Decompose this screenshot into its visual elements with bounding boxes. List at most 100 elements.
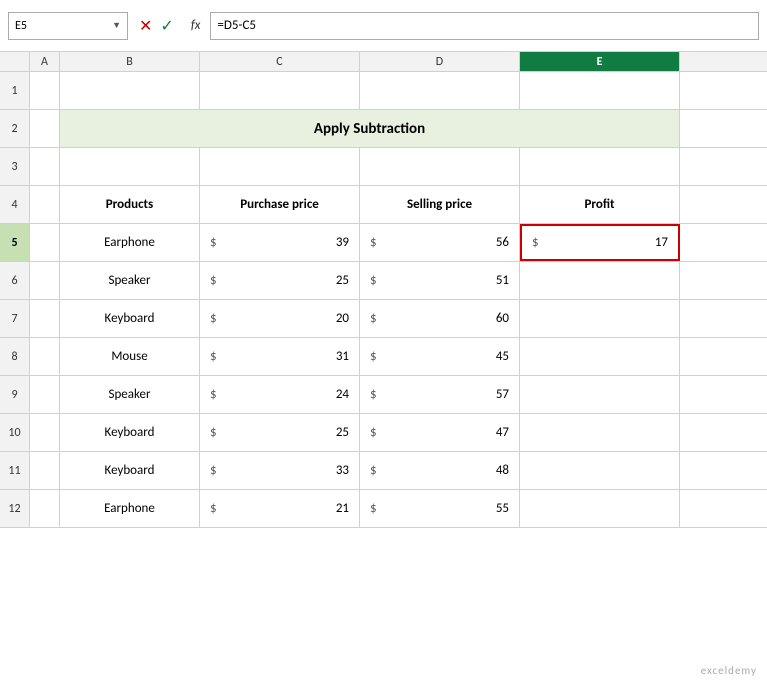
cancel-formula-icon[interactable]: ✕ <box>136 16 155 36</box>
cell-purchase-7[interactable]: $20 <box>200 300 360 337</box>
cell-a5[interactable] <box>30 224 60 261</box>
cell-a12[interactable] <box>30 490 60 527</box>
table-row: 9 Speaker $24 $57 <box>0 376 767 414</box>
cell-a6[interactable] <box>30 262 60 299</box>
cell-selling-9[interactable]: $57 <box>360 376 520 413</box>
cell-product-7[interactable]: Keyboard <box>60 300 200 337</box>
cell-purchase-5[interactable]: $ 39 <box>200 224 360 261</box>
cell-a9[interactable] <box>30 376 60 413</box>
formula-bar: E5 ▼ ✕ ✓ fx <box>0 0 767 52</box>
formula-controls: ✕ ✓ <box>136 16 177 36</box>
cell-product-12[interactable]: Earphone <box>60 490 200 527</box>
cell-profit-9[interactable] <box>520 376 680 413</box>
cell-selling-11[interactable]: $48 <box>360 452 520 489</box>
currency-symbol: $ <box>532 235 539 250</box>
row-number: 7 <box>0 300 30 337</box>
cell-product-8[interactable]: Mouse <box>60 338 200 375</box>
watermark: exceldemy <box>701 664 757 677</box>
formula-input[interactable] <box>210 12 759 40</box>
cell-selling-5[interactable]: $ 56 <box>360 224 520 261</box>
col-header-b[interactable]: B <box>60 52 200 71</box>
row-number: 11 <box>0 452 30 489</box>
cell-c1[interactable] <box>200 72 360 109</box>
cell-profit-10[interactable] <box>520 414 680 451</box>
cell-a7[interactable] <box>30 300 60 337</box>
cell-purchase-9[interactable]: $24 <box>200 376 360 413</box>
cell-purchase-12[interactable]: $21 <box>200 490 360 527</box>
cell-b3[interactable] <box>60 148 200 185</box>
row-number: 3 <box>0 148 30 185</box>
col-header-e[interactable]: E <box>520 52 680 71</box>
cell-product-9[interactable]: Speaker <box>60 376 200 413</box>
fx-icon: fx <box>191 18 201 33</box>
cell-a11[interactable] <box>30 452 60 489</box>
col-header-a[interactable]: A <box>30 52 60 71</box>
header-purchase-price: Purchase price <box>200 186 360 223</box>
currency-symbol: $ <box>370 273 377 288</box>
cell-e1[interactable] <box>520 72 680 109</box>
cell-profit-7[interactable] <box>520 300 680 337</box>
cell-selling-12[interactable]: $55 <box>360 490 520 527</box>
cell-a2[interactable] <box>30 110 60 147</box>
cell-product-10[interactable]: Keyboard <box>60 414 200 451</box>
currency-symbol: $ <box>210 463 217 478</box>
table-row: 10 Keyboard $25 $47 <box>0 414 767 452</box>
cell-purchase-11[interactable]: $33 <box>200 452 360 489</box>
cell-profit-6[interactable] <box>520 262 680 299</box>
purchase-value: 20 <box>336 311 349 326</box>
purchase-value: 24 <box>336 387 349 402</box>
cell-profit-8[interactable] <box>520 338 680 375</box>
cell-purchase-10[interactable]: $25 <box>200 414 360 451</box>
selling-value: 55 <box>496 501 509 516</box>
table-row: 8 Mouse $31 $45 <box>0 338 767 376</box>
cell-profit-11[interactable] <box>520 452 680 489</box>
header-profit: Profit <box>520 186 680 223</box>
cell-product-11[interactable]: Keyboard <box>60 452 200 489</box>
cell-a3[interactable] <box>30 148 60 185</box>
cell-selling-6[interactable]: $51 <box>360 262 520 299</box>
row-number: 10 <box>0 414 30 451</box>
cell-product-5[interactable]: Earphone <box>60 224 200 261</box>
cell-a1[interactable] <box>30 72 60 109</box>
cell-selling-10[interactable]: $47 <box>360 414 520 451</box>
confirm-formula-icon[interactable]: ✓ <box>157 16 176 36</box>
currency-symbol: $ <box>210 349 217 364</box>
cell-a4[interactable] <box>30 186 60 223</box>
table-row: 4 Products Purchase price Selling price … <box>0 186 767 224</box>
currency-symbol: $ <box>370 349 377 364</box>
currency-symbol: $ <box>370 425 377 440</box>
selling-value: 48 <box>496 463 509 478</box>
name-box[interactable]: E5 ▼ <box>8 12 128 40</box>
cell-e3[interactable] <box>520 148 680 185</box>
cell-a8[interactable] <box>30 338 60 375</box>
row-number: 2 <box>0 110 30 147</box>
cell-selling-7[interactable]: $60 <box>360 300 520 337</box>
cell-d1[interactable] <box>360 72 520 109</box>
table-row: 3 <box>0 148 767 186</box>
currency-symbol: $ <box>210 425 217 440</box>
table-row: 5 Earphone $ 39 $ 56 $ 17 <box>0 224 767 262</box>
cell-product-6[interactable]: Speaker <box>60 262 200 299</box>
purchase-value: 39 <box>336 235 349 250</box>
cell-d3[interactable] <box>360 148 520 185</box>
currency-symbol: $ <box>210 387 217 402</box>
cell-purchase-8[interactable]: $31 <box>200 338 360 375</box>
cell-profit-5[interactable]: $ 17 <box>520 224 680 261</box>
row-number: 6 <box>0 262 30 299</box>
row-number: 8 <box>0 338 30 375</box>
cell-profit-12[interactable] <box>520 490 680 527</box>
row-number: 1 <box>0 72 30 109</box>
cell-b1[interactable] <box>60 72 200 109</box>
currency-symbol: $ <box>370 311 377 326</box>
col-header-c[interactable]: C <box>200 52 360 71</box>
currency-symbol: $ <box>370 501 377 516</box>
col-header-d[interactable]: D <box>360 52 520 71</box>
currency-symbol: $ <box>370 235 377 250</box>
cell-c3[interactable] <box>200 148 360 185</box>
cell-a10[interactable] <box>30 414 60 451</box>
cell-purchase-6[interactable]: $25 <box>200 262 360 299</box>
selling-value: 45 <box>496 349 509 364</box>
cell-selling-8[interactable]: $45 <box>360 338 520 375</box>
name-box-dropdown-icon[interactable]: ▼ <box>112 20 121 31</box>
table-row: 11 Keyboard $33 $48 <box>0 452 767 490</box>
